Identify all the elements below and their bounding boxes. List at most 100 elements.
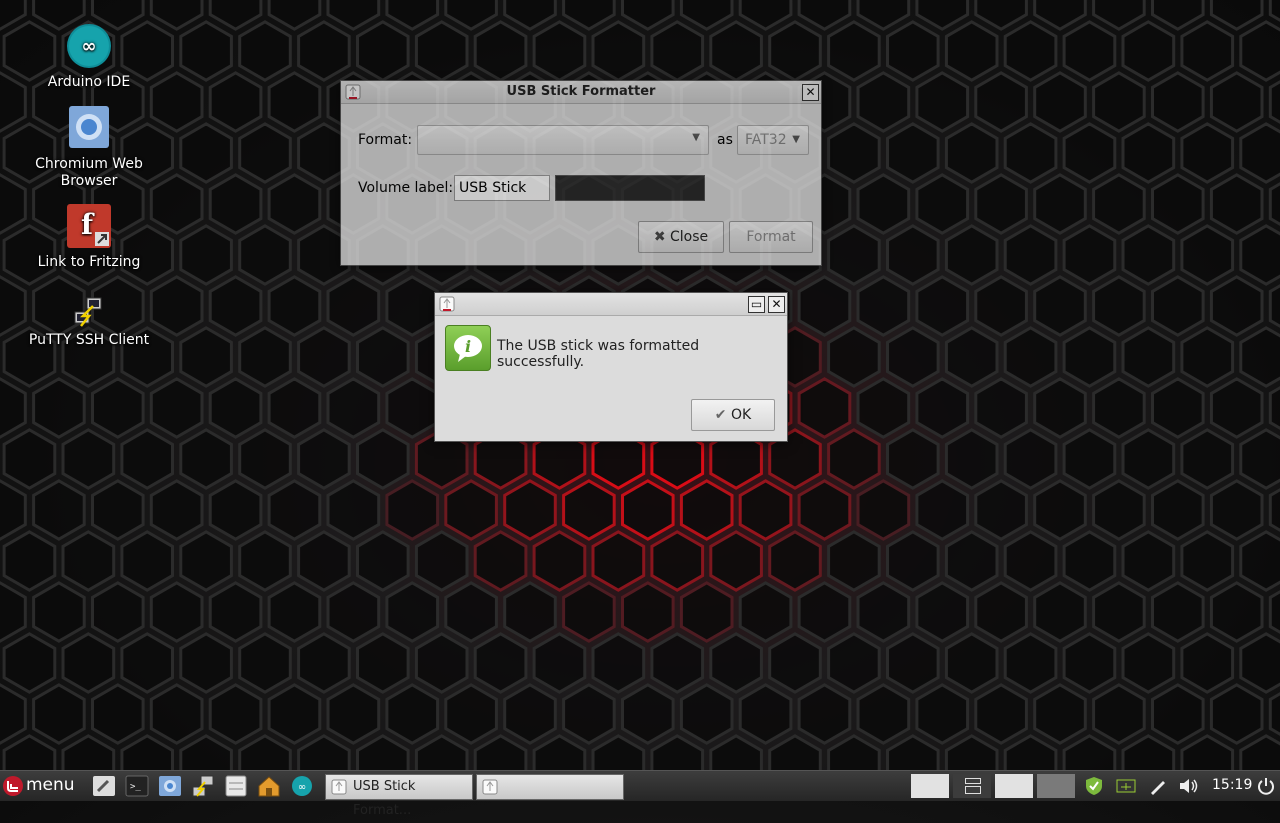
svg-text:f: f [81,208,95,241]
wallpaper-hexagon [503,479,557,541]
workspace-2[interactable] [953,774,991,798]
wallpaper-hexagon [0,479,27,541]
workspace-1[interactable] [911,774,949,798]
chromium-launcher-icon[interactable] [158,775,182,797]
workspace-3[interactable] [995,774,1033,798]
wallpaper-hexagon [856,683,911,745]
dialog-titlebar[interactable]: ▭ ✕ [435,293,787,316]
wallpaper-hexagon [797,377,852,439]
wallpaper-hexagon [1062,632,1117,694]
wallpaper-hexagon [1092,275,1146,337]
wallpaper-hexagon [179,20,233,82]
network-icon[interactable] [1116,779,1136,797]
close-icon[interactable]: ✕ [802,84,819,101]
usb-icon [482,779,498,795]
clock: 15:19 [1212,777,1253,793]
wallpaper-hexagon [827,224,881,286]
wallpaper-hexagon [856,71,911,133]
wallpaper-hexagon [179,632,233,694]
terminal-launcher-icon[interactable]: >_ [125,775,149,797]
svg-text:>_: >_ [130,782,141,792]
wallpaper-hexagon [32,683,86,745]
wallpaper-hexagon [1209,377,1264,439]
task-usb-formatter[interactable]: USB Stick Format... [325,774,473,818]
wallpaper-hexagon [1268,182,1280,226]
wallpaper-hexagon [915,71,970,133]
home-launcher-icon[interactable] [257,775,281,797]
filesystem-select-value: FAT32 [745,132,787,148]
wallpaper-hexagon [1239,734,1280,770]
wallpaper-hexagon [915,581,970,643]
wallpaper-hexagon [503,581,557,643]
task-label: USB Stick Format... [353,779,416,818]
wallpaper-hexagon [1151,683,1205,745]
volume-icon[interactable] [1178,776,1200,800]
wallpaper-hexagon [1092,173,1146,235]
wallpaper-hexagon [297,326,351,388]
wallpaper-hexagon [444,479,498,541]
wallpaper-hexagon [0,581,27,643]
desktop-icon-fritzing[interactable]: f Link to Fritzing [14,202,164,271]
wallpaper-hexagon [915,275,970,337]
wallpaper-hexagon [473,20,528,82]
wallpaper-hexagon [1121,530,1176,592]
wallpaper-hexagon [1033,0,1087,31]
putty-launcher-icon[interactable] [191,775,215,797]
menu-button[interactable]: menu [0,771,86,801]
desktop-icon-label: Chromium Web Browser [35,156,143,189]
wallpaper-hexagon [1092,0,1146,31]
wallpaper-hexagon [944,632,999,694]
wallpaper-hexagon [886,734,940,770]
maximize-icon[interactable]: ▭ [748,296,765,313]
wallpaper-hexagon [1121,122,1176,184]
wallpaper-hexagon [208,275,263,337]
close-button-label: Close [670,229,709,245]
task-dialog[interactable] [476,774,624,800]
desktop-icon-arduino[interactable]: ∞ Arduino IDE [14,22,164,91]
wallpaper-hexagon [1268,590,1280,634]
wallpaper-hexagon [179,428,233,490]
wallpaper-hexagon [591,632,646,694]
settings-launcher-icon[interactable] [92,775,116,797]
wallpaper-hexagon [974,377,1028,439]
formatter-titlebar[interactable]: USB Stick Formatter ✕ [341,81,821,104]
shield-icon[interactable] [1084,776,1104,800]
wallpaper-hexagon [650,20,705,82]
close-icon[interactable]: ✕ [768,296,785,313]
files-launcher-icon[interactable] [224,775,248,797]
wallpaper-hexagon [0,683,27,745]
wallpaper-hexagon [208,479,263,541]
wallpaper-hexagon [679,581,734,643]
wallpaper-hexagon [1062,20,1117,82]
wallpaper-hexagon [856,479,911,541]
wallpaper-hexagon [1151,173,1205,235]
wallpaper-hexagon [1268,80,1280,124]
close-button[interactable]: ✖ Close [638,221,724,253]
wallpaper-hexagon [1062,530,1117,592]
wallpaper-hexagon [1239,428,1280,490]
desktop-icon-putty[interactable]: PuTTY SSH Client [14,296,164,349]
wallpaper-hexagon [827,734,881,770]
filesystem-select[interactable]: FAT32 ▼ [737,125,809,155]
power-icon[interactable] [1256,776,1276,800]
chromium-icon [65,104,113,152]
wallpaper-hexagon [621,581,675,643]
pen-icon[interactable] [1148,776,1168,800]
wallpaper-hexagon [944,122,999,184]
wallpaper-hexagon [650,632,705,694]
wallpaper-hexagon [1268,692,1280,736]
ok-button[interactable]: ✔ OK [691,399,775,431]
wallpaper-hexagon [149,581,204,643]
wallpaper-hexagon [179,224,233,286]
wallpaper-hexagon [179,530,233,592]
wallpaper-hexagon [414,20,469,82]
workspace-4[interactable] [1037,774,1075,798]
wallpaper-hexagon [827,530,881,592]
wallpaper-hexagon [1209,173,1264,235]
desktop-icon-chromium[interactable]: Chromium Web Browser [14,104,164,190]
device-select[interactable]: ▼ [417,125,709,155]
arduino-launcher-icon[interactable]: ∞ [290,775,314,797]
wallpaper-hexagon [238,122,292,184]
volume-label-input[interactable]: USB Stick [454,175,550,201]
format-button[interactable]: Format [729,221,813,253]
